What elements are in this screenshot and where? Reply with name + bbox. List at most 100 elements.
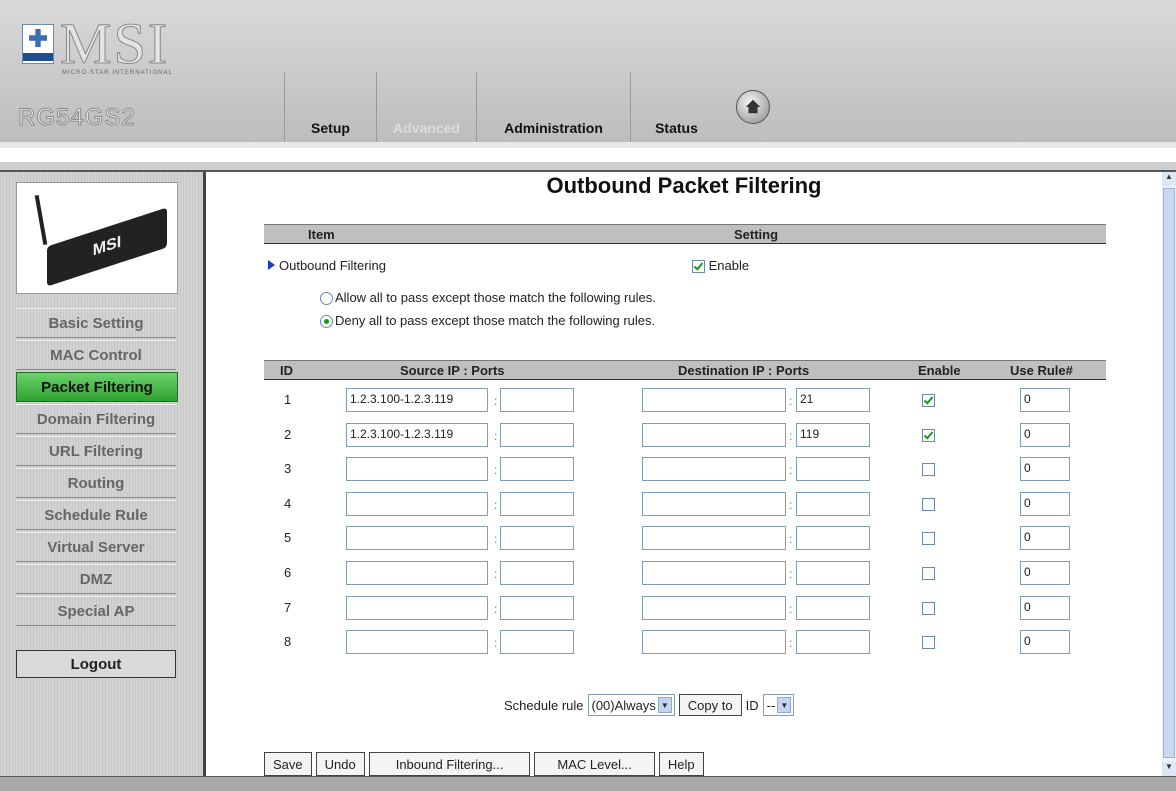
sidebar-item-dmz[interactable]: DMZ	[16, 564, 176, 594]
colon-separator: :	[789, 429, 793, 443]
source-port-input[interactable]	[500, 526, 574, 550]
colon-separator: :	[789, 602, 793, 616]
inbound-filtering-button[interactable]: Inbound Filtering...	[368, 752, 531, 776]
mac-level-button[interactable]: MAC Level...	[534, 752, 655, 776]
use-rule-input[interactable]: 0	[1020, 630, 1070, 654]
sidebar-item-domain-filtering[interactable]: Domain Filtering	[16, 404, 176, 434]
destination-ip-input[interactable]	[642, 457, 786, 481]
scroll-down-icon[interactable]: ▼	[1162, 762, 1176, 776]
tab-advanced[interactable]: Advanced	[376, 72, 476, 142]
colon-separator: :	[789, 498, 793, 512]
sidebar-item-special-ap[interactable]: Special AP	[16, 596, 176, 626]
use-rule-input[interactable]: 0	[1020, 596, 1070, 620]
source-port-input[interactable]	[500, 561, 574, 585]
sidebar-item-routing[interactable]: Routing	[16, 468, 176, 498]
sidebar-item-packet-filtering[interactable]: Packet Filtering	[16, 372, 178, 402]
id-select[interactable]: -- ▼	[762, 694, 795, 716]
destination-port-input[interactable]	[796, 526, 870, 550]
use-rule-input[interactable]: 0	[1020, 388, 1070, 412]
schedule-selected-value: (00)Always	[591, 697, 656, 713]
use-rule-input[interactable]: 0	[1020, 492, 1070, 516]
triangle-bullet-icon	[268, 260, 275, 270]
destination-ip-input[interactable]	[642, 423, 786, 447]
sidebar-item-virtual-server[interactable]: Virtual Server	[16, 532, 176, 562]
rule-enable-checkbox[interactable]	[922, 394, 935, 407]
destination-ip-input[interactable]	[642, 596, 786, 620]
deny-radio[interactable]	[320, 315, 333, 329]
deny-radio-label: Deny all to pass except those match the …	[335, 313, 656, 328]
destination-port-input[interactable]	[796, 596, 870, 620]
row-id: 5	[284, 530, 292, 545]
sidebar-item-basic-setting[interactable]: Basic Setting	[16, 308, 176, 338]
sidebar-item-url-filtering[interactable]: URL Filtering	[16, 436, 176, 466]
outbound-filtering-label: Outbound Filtering	[279, 258, 386, 273]
destination-port-input[interactable]: 119	[796, 423, 870, 447]
allow-radio[interactable]	[320, 292, 333, 306]
use-rule-input[interactable]: 0	[1020, 561, 1070, 585]
source-ip-input[interactable]: 1.2.3.100-1.2.3.119	[346, 423, 488, 447]
destination-ip-input[interactable]	[642, 492, 786, 516]
source-ip-input[interactable]	[346, 457, 488, 481]
source-ip-input[interactable]	[346, 526, 488, 550]
home-icon[interactable]	[736, 90, 770, 124]
tab-status[interactable]: Status	[630, 72, 722, 142]
scroll-up-icon[interactable]: ▲	[1162, 172, 1176, 186]
chevron-down-icon: ▼	[777, 697, 792, 713]
colon-separator: :	[494, 532, 498, 546]
use-rule-input[interactable]: 0	[1020, 457, 1070, 481]
schedule-select[interactable]: (00)Always ▼	[587, 694, 675, 716]
col-enable: Enable	[918, 363, 961, 378]
rule-enable-checkbox[interactable]	[922, 602, 935, 615]
source-port-input[interactable]	[500, 492, 574, 516]
colon-separator: :	[494, 602, 498, 616]
model-name: RG54GS2	[18, 104, 136, 132]
rule-enable-checkbox[interactable]	[922, 463, 935, 476]
source-ip-input[interactable]: 1.2.3.100-1.2.3.119	[346, 388, 488, 412]
destination-ip-input[interactable]	[642, 630, 786, 654]
outbound-filtering-row: Outbound Filtering	[268, 258, 386, 273]
setting-column-header: Setting	[734, 227, 779, 242]
scroll-thumb[interactable]	[1163, 188, 1175, 758]
destination-ip-input[interactable]	[642, 526, 786, 550]
rule-enable-checkbox[interactable]	[922, 498, 935, 511]
allow-radio-label: Allow all to pass except those match the…	[335, 290, 656, 305]
copy-to-button[interactable]: Copy to	[678, 694, 742, 716]
help-button[interactable]: Help	[658, 752, 704, 776]
row-id: 2	[284, 427, 292, 442]
rule-enable-checkbox[interactable]	[922, 567, 935, 580]
router-image: MSI	[16, 182, 178, 294]
source-ip-input[interactable]	[346, 630, 488, 654]
source-port-input[interactable]	[500, 457, 574, 481]
source-port-input[interactable]	[500, 596, 574, 620]
vertical-scrollbar[interactable]: ▲ ▼	[1162, 172, 1176, 776]
destination-ip-input[interactable]	[642, 388, 786, 412]
destination-port-input[interactable]	[796, 492, 870, 516]
undo-button[interactable]: Undo	[315, 752, 365, 776]
use-rule-input[interactable]: 0	[1020, 526, 1070, 550]
enable-filtering-checkbox[interactable]	[692, 260, 705, 274]
tab-administration[interactable]: Administration	[476, 72, 630, 142]
tab-setup[interactable]: Setup	[284, 72, 376, 142]
destination-port-input[interactable]: 21	[796, 388, 870, 412]
source-port-input[interactable]	[500, 630, 574, 654]
logout-button[interactable]: Logout	[16, 650, 176, 678]
sidebar-item-mac-control[interactable]: MAC Control	[16, 340, 176, 370]
rule-enable-checkbox[interactable]	[922, 636, 935, 649]
divider	[0, 148, 1176, 162]
sidebar-item-schedule-rule[interactable]: Schedule Rule	[16, 500, 176, 530]
rule-enable-checkbox[interactable]	[922, 429, 935, 442]
rule-enable-checkbox[interactable]	[922, 532, 935, 545]
use-rule-input[interactable]: 0	[1020, 423, 1070, 447]
destination-ip-input[interactable]	[642, 561, 786, 585]
colon-separator: :	[789, 463, 793, 477]
source-port-input[interactable]	[500, 423, 574, 447]
source-ip-input[interactable]	[346, 596, 488, 620]
colon-separator: :	[494, 463, 498, 477]
source-ip-input[interactable]	[346, 561, 488, 585]
destination-port-input[interactable]	[796, 561, 870, 585]
source-port-input[interactable]	[500, 388, 574, 412]
source-ip-input[interactable]	[346, 492, 488, 516]
save-button[interactable]: Save	[264, 752, 312, 776]
destination-port-input[interactable]	[796, 630, 870, 654]
destination-port-input[interactable]	[796, 457, 870, 481]
